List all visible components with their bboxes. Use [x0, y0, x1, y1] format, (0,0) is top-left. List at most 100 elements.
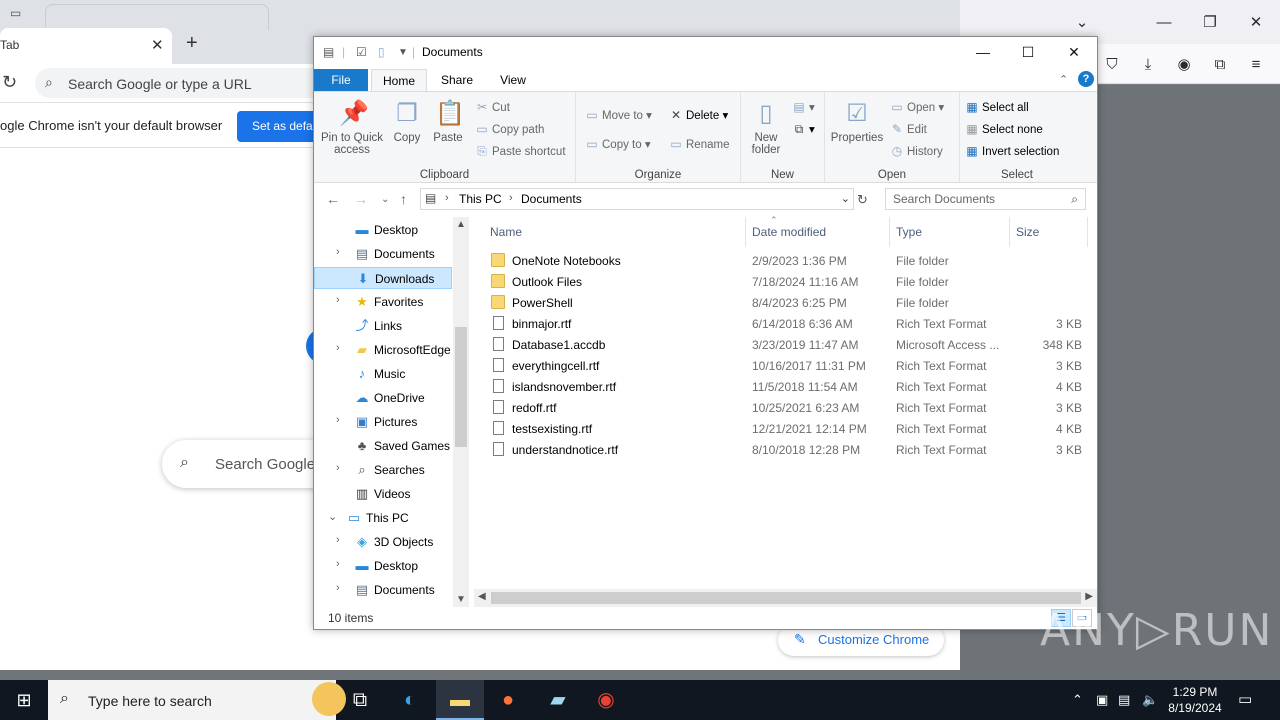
file-row[interactable]: PowerShell 8/4/2023 6:25 PM File folder — [488, 292, 1088, 313]
notifications-icon[interactable]: ▭ — [1238, 690, 1252, 708]
new-tab-icon[interactable]: + — [186, 32, 198, 55]
chevron-right-icon[interactable]: › — [336, 342, 340, 354]
tree-item[interactable]: ♣ Saved Games — [314, 435, 452, 457]
breadcrumb-documents[interactable]: Documents — [521, 192, 582, 206]
refresh-icon[interactable]: ↻ — [857, 192, 868, 208]
cut-button[interactable]: ✂ Cut — [474, 100, 510, 114]
scrollbar-thumb[interactable] — [491, 592, 1081, 604]
scroll-down-icon[interactable]: ▼ — [456, 594, 466, 605]
firefox-tab-list-icon[interactable]: ⌄ — [1068, 8, 1096, 36]
file-row[interactable]: Outlook Files 7/18/2024 11:16 AM File fold… — [488, 271, 1088, 292]
tab-view[interactable]: View — [488, 69, 538, 91]
chevron-right-icon[interactable]: › — [336, 414, 340, 426]
file-row[interactable]: Database1.accdb 3/23/2019 11:47 AM Microso… — [488, 334, 1088, 355]
close-icon[interactable]: ✕ — [151, 36, 164, 54]
tree-item[interactable]: ⌄ ▭ This PC — [314, 507, 452, 529]
file-row[interactable]: testsexisting.rtf 12/21/2021 12:14 PM Rich… — [488, 418, 1088, 439]
chevron-right-icon[interactable]: › — [336, 462, 340, 474]
collapse-ribbon-icon[interactable]: ⌃ — [1059, 73, 1068, 86]
tab-file[interactable]: File — [314, 69, 368, 91]
column-header-date[interactable]: Date modified — [746, 217, 890, 247]
tree-item[interactable]: ⤴ Links — [314, 315, 452, 337]
scrollbar-thumb[interactable] — [455, 327, 467, 447]
chrome-icon[interactable]: ◉ — [582, 680, 630, 720]
help-icon[interactable]: ? — [1078, 71, 1094, 87]
file-row[interactable]: everythingcell.rtf 10/16/2017 11:31 PM Ric… — [488, 355, 1088, 376]
tree-item[interactable]: › ▬ Desktop — [314, 555, 452, 577]
task-view-icon[interactable]: ⧉ — [336, 680, 384, 720]
up-arrow-icon[interactable]: ↑ — [400, 191, 407, 207]
tree-item[interactable]: ▥ Videos — [314, 483, 452, 505]
address-dropdown-icon[interactable]: ⌄ — [841, 192, 850, 205]
paste-button[interactable]: 📋 Paste — [430, 100, 466, 144]
chevron-right-icon[interactable]: › — [336, 582, 340, 594]
select-none-button[interactable]: ▦ Select none — [964, 122, 1042, 136]
forward-arrow-icon[interactable]: → — [354, 191, 368, 207]
chrome-tab[interactable]: Tab ✕ — [0, 28, 172, 64]
windows-start-icon[interactable]: ⊞ — [0, 680, 48, 720]
scroll-up-icon[interactable]: ▲ — [456, 219, 466, 230]
taskbar-search-box[interactable]: ⌕ Type here to search — [48, 680, 346, 720]
properties-qat-icon[interactable]: ▤ — [323, 45, 334, 59]
select-all-button[interactable]: ▦ Select all — [964, 100, 1028, 114]
file-row[interactable]: understandnotice.rtf 8/10/2018 12:28 PM Ri… — [488, 439, 1088, 460]
tree-item[interactable]: › ▤ Documents — [314, 243, 452, 265]
chevron-right-icon[interactable]: › — [336, 558, 340, 570]
history-button[interactable]: ◷ History — [889, 144, 943, 158]
minimize-icon[interactable]: — — [960, 41, 1006, 63]
new-item-button[interactable]: ▤ ▾ — [791, 100, 814, 114]
back-arrow-icon[interactable]: ← — [326, 191, 340, 207]
tree-item[interactable]: › ◈ 3D Objects — [314, 531, 452, 553]
recent-locations-icon[interactable]: ⌄ — [381, 194, 389, 205]
navigation-scrollbar[interactable]: ▲ ▼ — [453, 217, 469, 607]
tree-item[interactable]: ⬇ Downloads — [314, 267, 452, 289]
chrome-window-icon[interactable]: ▭ — [10, 6, 21, 20]
open-button[interactable]: ▭ Open ▾ — [889, 100, 944, 114]
pin-quick-access-button[interactable]: 📌 Pin to Quick access — [318, 100, 386, 156]
chevron-right-icon[interactable]: › — [336, 294, 340, 306]
notepad-icon[interactable]: ▰ — [534, 680, 582, 720]
tree-item[interactable]: ▬ Desktop — [314, 219, 452, 241]
scroll-left-icon[interactable]: ◀ — [478, 591, 486, 602]
tree-item[interactable]: › ▣ Pictures — [314, 411, 452, 433]
qat-dropdown-icon[interactable]: ▼ — [398, 47, 408, 58]
file-row[interactable]: binmajor.rtf 6/14/2018 6:36 AM Rich Text F… — [488, 313, 1088, 334]
tab-share[interactable]: Share — [431, 69, 483, 91]
horizontal-scrollbar[interactable]: ◀ ▶ — [474, 589, 1097, 607]
clock[interactable]: 1:29 PM 8/19/2024 — [1158, 684, 1232, 716]
tree-item[interactable]: › ⌕ Searches — [314, 459, 452, 481]
easy-access-button[interactable]: ⧉ ▾ — [791, 122, 815, 137]
account-icon[interactable]: ◉ — [1170, 50, 1198, 78]
tree-item[interactable]: › ▰ MicrosoftEdge — [314, 339, 452, 361]
tree-item[interactable]: ♪ Music — [314, 363, 452, 385]
device-icon[interactable]: ▣ — [1096, 692, 1108, 708]
tree-item[interactable]: ☁ OneDrive — [314, 387, 452, 409]
rename-button[interactable]: ▭ Rename — [668, 137, 729, 151]
show-hidden-icons-icon[interactable]: ⌃ — [1072, 692, 1083, 708]
minimize-icon[interactable]: — — [1150, 8, 1178, 36]
chevron-down-icon[interactable]: ⌄ — [328, 510, 337, 523]
move-to-button[interactable]: ▭ Move to ▾ — [584, 108, 652, 122]
copy-button[interactable]: ❐ Copy — [390, 100, 424, 144]
file-row[interactable]: OneNote Notebooks 2/9/2023 1:36 PM File fo… — [488, 250, 1088, 271]
file-row[interactable]: redoff.rtf 10/25/2021 6:23 AM Rich Text Fo… — [488, 397, 1088, 418]
scroll-right-icon[interactable]: ▶ — [1085, 591, 1093, 602]
paste-shortcut-button[interactable]: ⎘ Paste shortcut — [474, 144, 565, 159]
close-icon[interactable]: ✕ — [1051, 41, 1097, 63]
downloads-icon[interactable]: ⤓ — [1134, 50, 1162, 78]
file-row[interactable]: islandsnovember.rtf 11/5/2018 11:54 AM Ric… — [488, 376, 1088, 397]
volume-icon[interactable]: 🔈 — [1142, 692, 1158, 708]
omnibox[interactable]: ⌕ Search Google or type a URL — [35, 68, 335, 98]
network-icon[interactable]: ▤ — [1118, 692, 1130, 708]
tab-home[interactable]: Home — [371, 69, 427, 91]
column-header-type[interactable]: Type — [890, 217, 1010, 247]
reload-icon[interactable]: ↻ — [2, 72, 17, 93]
file-explorer-icon[interactable]: ▬ — [436, 680, 484, 720]
close-icon[interactable]: ✕ — [1242, 8, 1270, 36]
chevron-right-icon[interactable]: › — [336, 534, 340, 546]
search-box[interactable]: Search Documents ⌕ — [885, 188, 1086, 210]
new-folder-button[interactable]: ▯ New folder — [745, 100, 787, 156]
copy-path-button[interactable]: ▭ Copy path — [474, 122, 544, 136]
properties-button[interactable]: ☑ Properties — [829, 100, 885, 144]
tree-item[interactable]: › ★ Favorites — [314, 291, 452, 313]
